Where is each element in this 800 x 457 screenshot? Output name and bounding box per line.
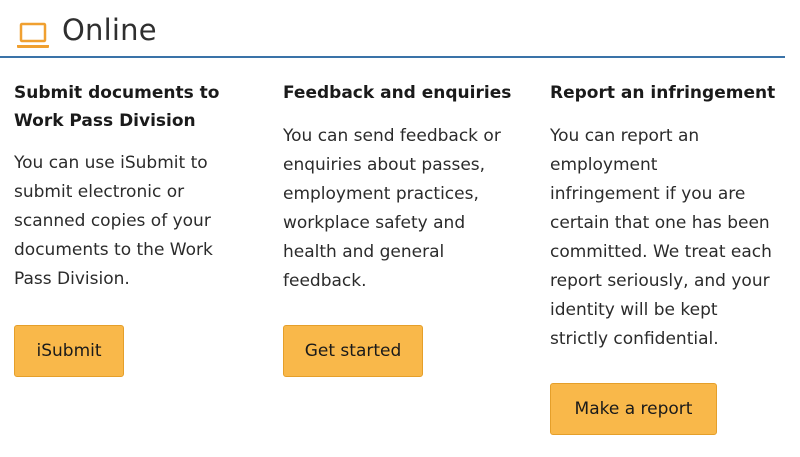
feedback-enquiries-card: Feedback and enquiries You can send feed… [283,79,523,296]
card-title: Report an infringement [550,83,776,103]
card-title: Feedback and enquiries [283,83,512,103]
card-description: You can use iSubmit to submit electronic… [14,153,213,289]
section-title: Online [62,13,157,47]
submit-documents-card: Submit documents to Work Pass Division Y… [14,79,254,294]
make-a-report-button[interactable]: Make a report [550,383,717,435]
card-title: Submit documents to Work Pass Division [14,83,220,131]
card-description: You can send feedback or enquiries about… [283,126,501,291]
get-started-button[interactable]: Get started [283,325,423,377]
isubmit-button[interactable]: iSubmit [14,325,124,377]
report-infringement-card: Report an infringement You can report an… [550,79,790,354]
card-description: You can report an employment infringemen… [550,126,772,349]
section-header: Online [0,0,785,58]
laptop-icon [17,22,49,48]
